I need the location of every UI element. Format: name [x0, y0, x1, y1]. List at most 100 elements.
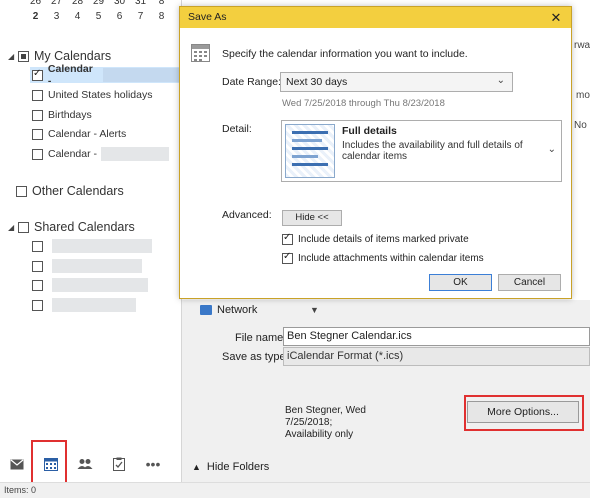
- mini-calendar-row: 2 3 4 5 6 7 8: [25, 11, 172, 22]
- mini-calendar-day[interactable]: 5: [88, 11, 109, 22]
- partial-text: rwa: [574, 40, 590, 51]
- calendar-checkbox[interactable]: [32, 128, 43, 140]
- tasks-icon[interactable]: [102, 448, 136, 480]
- ok-button[interactable]: OK: [429, 274, 492, 291]
- detail-title: Full details: [342, 125, 397, 137]
- detail-label: Detail:: [222, 123, 252, 135]
- include-private-checkbox[interactable]: [282, 232, 293, 245]
- calendar-checkbox[interactable]: [32, 68, 43, 81]
- save-as-type-label: Save as type:: [222, 351, 289, 363]
- more-icon[interactable]: •••: [136, 448, 170, 480]
- network-icon: [200, 305, 212, 315]
- more-options-highlight: [464, 395, 584, 431]
- redacted-name: [52, 278, 148, 292]
- mini-calendar-day[interactable]: 28: [67, 0, 88, 7]
- people-icon[interactable]: [68, 448, 102, 480]
- chevron-up-icon: ▲: [192, 462, 201, 472]
- mini-calendar-day[interactable]: 3: [46, 11, 67, 22]
- calendar-item-label: United States holidays: [48, 89, 153, 101]
- calendar-checkbox[interactable]: [32, 240, 43, 252]
- detail-description: Includes the availability and full detai…: [342, 140, 523, 162]
- calendar-checkbox[interactable]: [32, 109, 43, 121]
- hide-folders-toggle[interactable]: ▲ Hide Folders: [192, 461, 269, 473]
- mini-calendar-day[interactable]: 26: [25, 0, 46, 7]
- calendar-checkbox[interactable]: [32, 260, 43, 272]
- mini-calendar-day[interactable]: 8: [151, 0, 172, 7]
- calendar-item-primary[interactable]: Calendar -: [30, 63, 182, 87]
- mini-calendar-day[interactable]: 6: [109, 11, 130, 22]
- mini-calendar-day[interactable]: 8: [151, 11, 172, 22]
- calendar-checkbox[interactable]: [32, 299, 43, 311]
- more-label: •••: [145, 456, 161, 472]
- file-name-label: File name:: [235, 332, 287, 344]
- save-as-dialog: Save As ✕ Specify the calendar informati…: [179, 6, 572, 299]
- network-location[interactable]: Network: [200, 304, 257, 316]
- mini-calendar-day[interactable]: 30: [109, 0, 130, 7]
- calendar-item-label: Calendar -: [47, 63, 93, 87]
- redacted-name: [52, 298, 136, 312]
- calendar-item-other[interactable]: Calendar -: [32, 146, 170, 162]
- dialog-intro-text: Specify the calendar information you wan…: [222, 48, 468, 60]
- calendar-item-label: Calendar - Alerts: [48, 128, 127, 140]
- collapse-triangle-icon[interactable]: ◢: [8, 223, 16, 232]
- partial-text: No: [574, 120, 587, 131]
- author-info: Ben Stegner, Wed 7/25/2018; Availability…: [285, 405, 366, 440]
- hide-advanced-button[interactable]: Hide <<: [282, 210, 342, 226]
- save-as-type-select[interactable]: iCalendar Format (*.ics): [283, 347, 590, 366]
- redacted-name: [102, 68, 182, 82]
- shared-calendars-label: Shared Calendars: [34, 220, 135, 234]
- calendar-nav-highlight: [31, 440, 67, 484]
- calendar-item-birthdays[interactable]: Birthdays: [32, 107, 92, 123]
- full-details-thumbnail-icon: [285, 124, 335, 178]
- network-label: Network: [217, 304, 258, 316]
- close-button[interactable]: ✕: [545, 8, 567, 27]
- calendar-item-alerts[interactable]: Calendar - Alerts: [32, 126, 126, 142]
- shared-calendar-item[interactable]: [32, 277, 148, 293]
- redacted-name: [101, 147, 170, 161]
- redacted-name: [52, 239, 152, 253]
- calendar-checkbox[interactable]: [32, 148, 43, 160]
- shared-calendars-header[interactable]: ◢ Shared Calendars: [8, 219, 135, 235]
- my-calendars-header[interactable]: ◢ My Calendars: [8, 48, 111, 64]
- group-checkbox[interactable]: [18, 50, 29, 62]
- include-private-option[interactable]: Include details of items marked private: [282, 232, 469, 245]
- dialog-title: Save As: [188, 11, 227, 23]
- date-range-select[interactable]: Next 30 days ⌄: [280, 72, 513, 92]
- calendar-checkbox[interactable]: [32, 279, 43, 291]
- mini-calendar-prev-row: 26 27 28 29 30 31 8: [25, 0, 172, 7]
- group-checkbox[interactable]: [18, 221, 29, 233]
- file-name-input[interactable]: Ben Stegner Calendar.ics: [283, 327, 590, 346]
- chevron-down-icon: ⌄: [496, 75, 505, 86]
- dialog-title-bar[interactable]: Save As ✕: [180, 7, 571, 28]
- hide-folders-label: Hide Folders: [206, 461, 270, 473]
- other-calendars-header[interactable]: Other Calendars: [16, 183, 124, 199]
- mini-calendar-day[interactable]: 2: [25, 11, 46, 22]
- partial-text: mo: [576, 90, 590, 101]
- group-checkbox[interactable]: [16, 185, 27, 197]
- include-attachments-label: Include attachments within calendar item…: [298, 253, 484, 264]
- include-attachments-option[interactable]: Include attachments within calendar item…: [282, 251, 484, 264]
- include-attachments-checkbox[interactable]: [282, 251, 293, 264]
- cancel-button[interactable]: Cancel: [498, 274, 561, 291]
- mini-calendar-day[interactable]: 29: [88, 0, 109, 7]
- mini-calendar-day[interactable]: 7: [130, 11, 151, 22]
- shared-calendar-item[interactable]: [32, 297, 136, 313]
- redacted-name: [52, 259, 142, 273]
- mini-calendar-day[interactable]: 31: [130, 0, 151, 7]
- advanced-label: Advanced:: [222, 209, 272, 221]
- mail-icon[interactable]: [0, 448, 34, 480]
- date-range-label: Date Range:: [222, 76, 281, 88]
- collapse-triangle-icon[interactable]: ◢: [8, 52, 16, 61]
- module-nav-bar: •••: [0, 448, 182, 480]
- mini-calendar: 26 27 28 29 30 31 8 2 3 4 5 6 7 8: [0, 0, 182, 26]
- calendar-icon: [191, 44, 210, 62]
- mini-calendar-day[interactable]: 27: [46, 0, 67, 7]
- shared-calendar-item[interactable]: [32, 238, 152, 254]
- calendar-checkbox[interactable]: [32, 89, 43, 101]
- shared-calendar-item[interactable]: [32, 258, 142, 274]
- calendar-item-holidays[interactable]: United States holidays: [32, 87, 152, 103]
- detail-select[interactable]: Full details Includes the availability a…: [281, 120, 562, 182]
- chevron-down-icon[interactable]: ▼: [310, 305, 319, 315]
- status-bar: Items: 0: [0, 482, 590, 498]
- mini-calendar-day[interactable]: 4: [67, 11, 88, 22]
